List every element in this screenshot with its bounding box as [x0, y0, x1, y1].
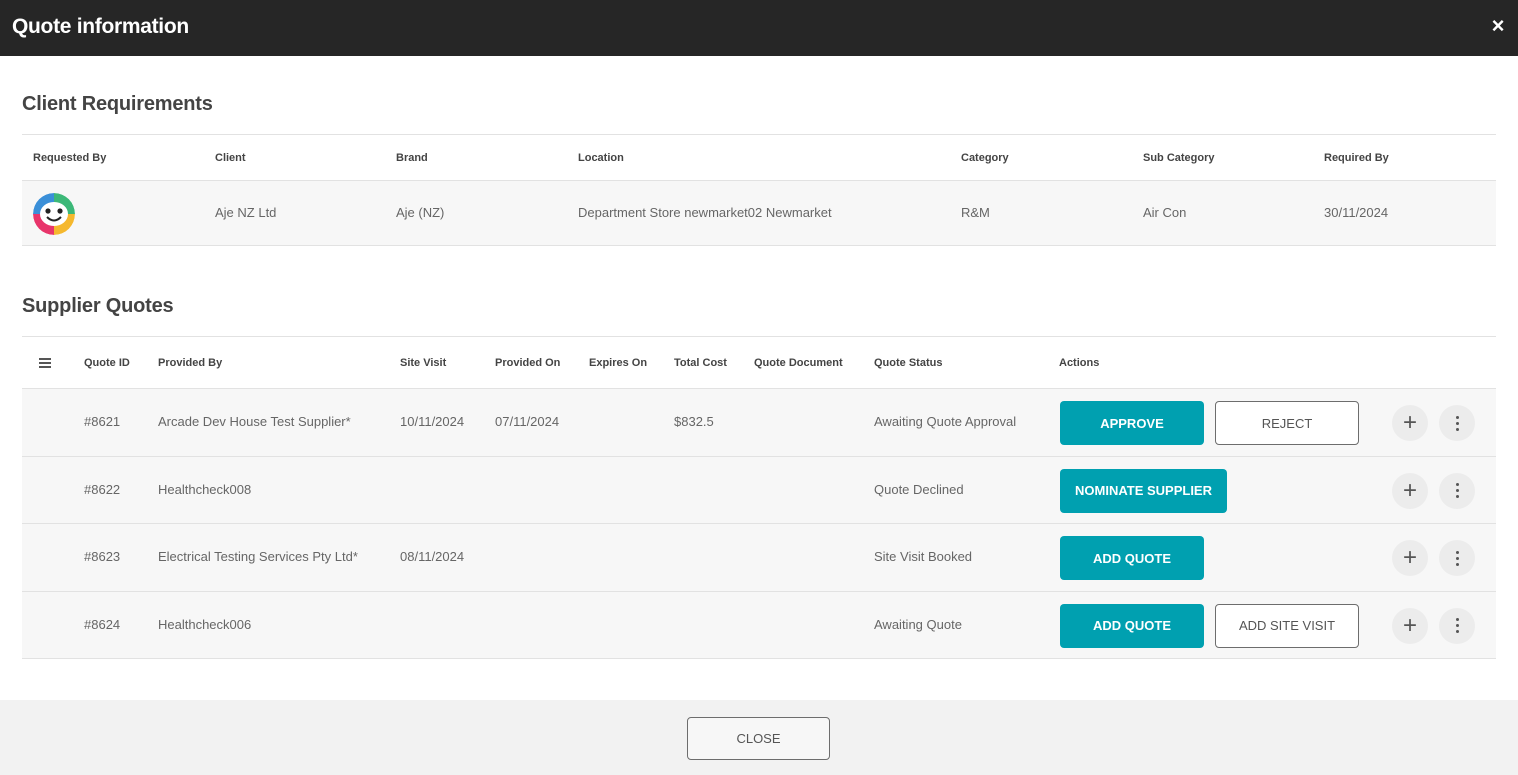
location-value: Department Store newmarket02 Newmarket — [578, 205, 832, 220]
header-category: Category — [961, 152, 1009, 164]
header-quote-id: Quote ID — [84, 357, 130, 369]
quote-status: Site Visit Booked — [874, 549, 973, 564]
site-visit: 10/11/2024 — [400, 414, 465, 429]
header-quote-status: Quote Status — [874, 357, 943, 369]
modal-titlebar: Quote information × — [0, 0, 1518, 56]
header-quote-document: Quote Document — [754, 357, 843, 369]
table-header: Quote ID Provided By Site Visit Provided… — [22, 336, 1496, 389]
nominate-supplier-button[interactable]: NOMINATE SUPPLIER — [1060, 468, 1227, 513]
category-value: R&M — [961, 205, 990, 220]
table-row: #8623 Electrical Testing Services Pty Lt… — [22, 524, 1496, 592]
quote-id: #8622 — [84, 481, 121, 497]
kebab-menu-icon[interactable] — [1439, 607, 1475, 644]
kebab-menu-icon[interactable] — [1439, 405, 1475, 441]
plus-icon[interactable]: + — [1392, 472, 1428, 509]
kebab-menu-icon[interactable] — [1439, 472, 1475, 509]
quote-id: #8623 — [84, 549, 121, 564]
plus-icon[interactable]: + — [1392, 607, 1428, 644]
header-total-cost: Total Cost — [674, 357, 727, 369]
header-actions: Actions — [1059, 357, 1100, 369]
add-quote-button[interactable]: ADD QUOTE — [1060, 603, 1204, 648]
provided-by: Arcade Dev House Test Supplier* — [158, 414, 351, 429]
required-by-value: 30/11/2024 — [1324, 205, 1389, 220]
client-requirements-title: Client Requirements — [22, 93, 213, 115]
header-provided-by: Provided By — [158, 357, 223, 369]
supplier-quotes-title: Supplier Quotes — [22, 295, 174, 317]
quote-status: Awaiting Quote — [874, 616, 962, 632]
header-location: Location — [578, 152, 624, 164]
quote-id: #8621 — [84, 414, 121, 429]
provided-by: Healthcheck006 — [158, 616, 252, 632]
brand-value: Aje (NZ) — [396, 205, 445, 220]
provided-by: Healthcheck008 — [158, 481, 252, 497]
modal-title: Quote information — [12, 15, 189, 38]
kebab-menu-icon[interactable] — [1439, 540, 1475, 576]
add-quote-button[interactable]: ADD QUOTE — [1060, 536, 1204, 580]
menu-icon[interactable] — [39, 358, 51, 368]
quote-status: Quote Declined — [874, 481, 964, 497]
close-button[interactable]: CLOSE — [687, 717, 830, 760]
header-requested-by: Requested By — [33, 152, 107, 164]
table-row: #8621 Arcade Dev House Test Supplier* 10… — [22, 389, 1496, 457]
supplier-quotes-table: Quote ID Provided By Site Visit Provided… — [22, 336, 1496, 659]
avatar — [33, 193, 75, 235]
header-provided-on: Provided On — [495, 357, 561, 369]
provided-on: 07/11/2024 — [495, 414, 560, 429]
quote-id: #8624 — [84, 616, 121, 632]
modal-footer: CLOSE — [0, 700, 1518, 775]
approve-button[interactable]: APPROVE — [1060, 401, 1204, 445]
table-row: Aje NZ Ltd Aje (NZ) Department Store new… — [22, 180, 1496, 246]
table-header: Requested By Client Brand Location Categ… — [22, 134, 1496, 180]
site-visit: 08/11/2024 — [400, 549, 465, 564]
header-expires-on: Expires On — [589, 357, 648, 369]
header-site-visit: Site Visit — [400, 357, 447, 369]
plus-icon[interactable]: + — [1392, 405, 1428, 441]
close-icon[interactable]: × — [1490, 14, 1506, 38]
plus-icon[interactable]: + — [1392, 540, 1428, 576]
sub-category-value: Air Con — [1143, 205, 1187, 220]
client-requirements-table: Requested By Client Brand Location Categ… — [22, 134, 1496, 246]
header-required-by: Required By — [1324, 152, 1389, 164]
total-cost: $832.5 — [674, 414, 714, 429]
header-brand: Brand — [396, 152, 428, 164]
header-sub-category: Sub Category — [1143, 152, 1215, 164]
quote-status: Awaiting Quote Approval — [874, 414, 1017, 429]
table-row: #8622 Healthcheck008 Quote Declined NOMI… — [22, 456, 1496, 524]
table-row: #8624 Healthcheck006 Awaiting Quote ADD … — [22, 591, 1496, 659]
reject-button[interactable]: REJECT — [1215, 401, 1359, 445]
provided-by: Electrical Testing Services Pty Ltd* — [158, 549, 358, 564]
add-site-visit-button[interactable]: ADD SITE VISIT — [1215, 603, 1359, 648]
client-value: Aje NZ Ltd — [215, 205, 277, 220]
header-client: Client — [215, 152, 246, 164]
